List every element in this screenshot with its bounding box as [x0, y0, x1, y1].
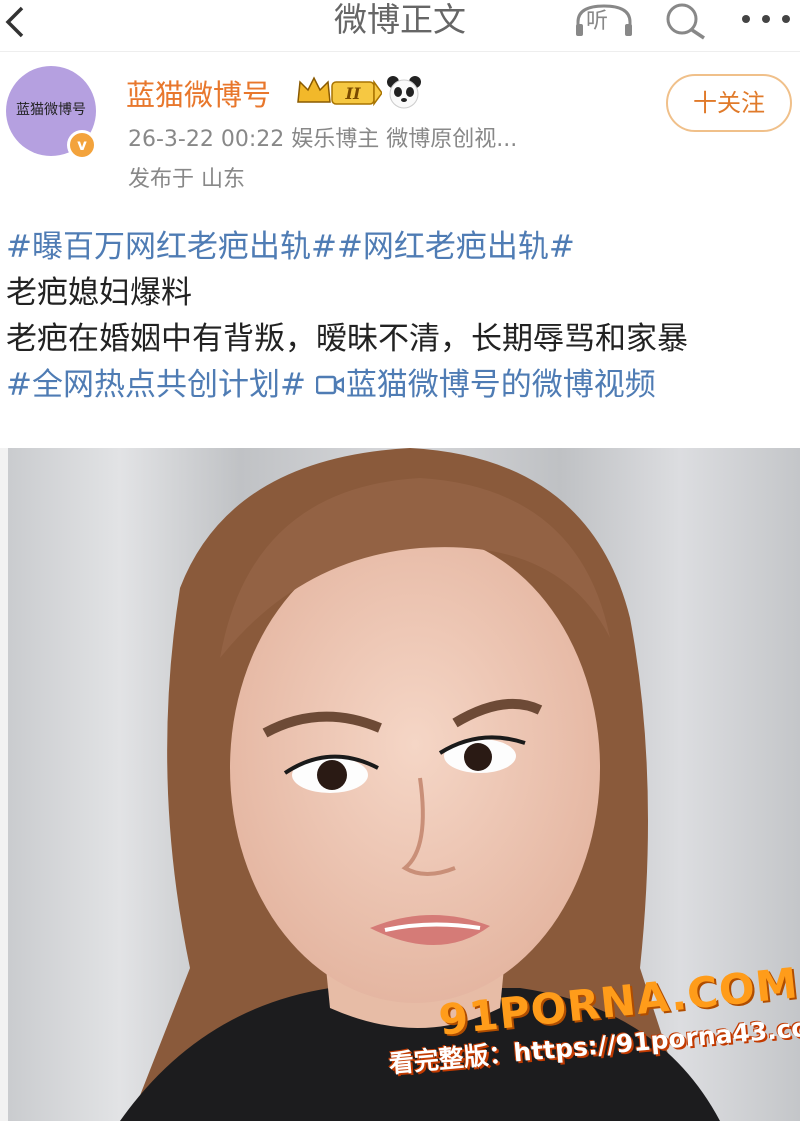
- listen-label: 听: [586, 9, 609, 34]
- post-body: #曝百万网红老疤出轨##网红老疤出轨# 老疤媳妇爆料 老疤在婚姻中有背叛，暧昧不…: [6, 223, 796, 407]
- post-hashtag-topic[interactable]: #全网热点共创计划#: [6, 367, 306, 403]
- video-camera-icon: [315, 375, 344, 395]
- crown-level-text: II: [345, 84, 361, 103]
- author-name[interactable]: 蓝猫微博号: [126, 72, 271, 114]
- top-bar: 微博正文 听: [0, 0, 800, 52]
- post-hashtags[interactable]: #曝百万网红老疤出轨##网红老疤出轨#: [6, 223, 796, 269]
- video-link-label: 蓝猫微博号的微博视频: [345, 367, 656, 403]
- follow-button[interactable]: 十关注: [666, 74, 792, 132]
- post-meta: 26-3-22 00:22 娱乐博主 微博原创视...: [128, 127, 518, 152]
- search-icon[interactable]: [660, 2, 708, 40]
- panda-icon: [386, 74, 422, 110]
- listen-button[interactable]: 听: [574, 2, 634, 38]
- post-line-2: 老疤媳妇爆料: [6, 275, 192, 311]
- verified-badge-icon: v: [67, 130, 97, 160]
- crown-level-icon: II: [296, 74, 383, 110]
- avatar-text: 蓝猫微博号: [16, 102, 86, 118]
- more-icon[interactable]: [736, 4, 796, 34]
- post-location: 发布于 山东: [128, 167, 245, 192]
- post-line-3: 老疤在婚姻中有背叛，暧昧不清，长期辱骂和家暴: [6, 321, 688, 357]
- video-link[interactable]: 蓝猫微博号的微博视频: [315, 367, 656, 403]
